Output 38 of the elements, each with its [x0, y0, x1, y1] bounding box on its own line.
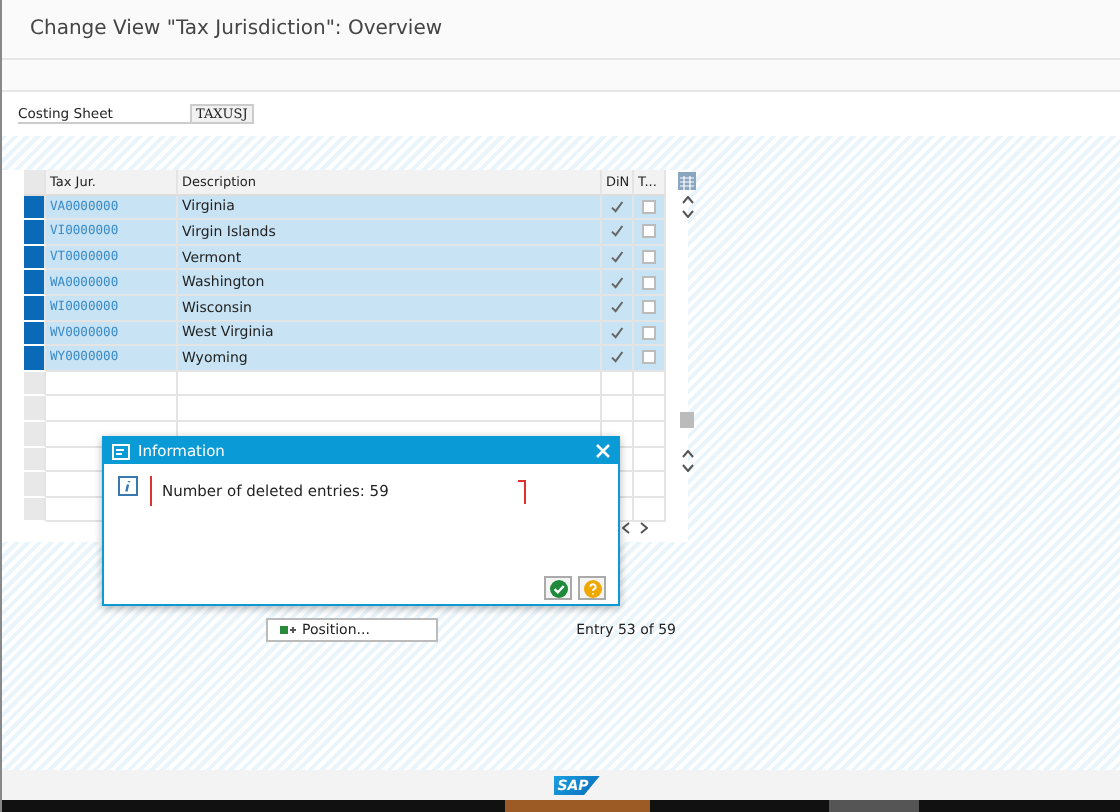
row-selector[interactable] [24, 220, 46, 246]
row-selector[interactable] [24, 245, 46, 271]
info-icon [118, 476, 138, 496]
checkbox[interactable] [642, 325, 656, 340]
checked-checkbox[interactable] [610, 325, 624, 340]
question-icon [583, 579, 601, 597]
row-selector[interactable] [24, 295, 46, 322]
checkbox[interactable] [642, 224, 656, 239]
checked-checkbox[interactable] [610, 199, 624, 214]
scroll-down-icon[interactable] [681, 210, 693, 218]
dialog-icon [112, 443, 130, 459]
checkbox[interactable] [642, 199, 656, 214]
row-selector[interactable] [24, 270, 46, 296]
scroll-right-icon[interactable] [640, 522, 648, 534]
checkbox[interactable] [642, 275, 656, 290]
scroll-up-icon[interactable] [681, 196, 693, 204]
select-all-cell[interactable] [24, 170, 46, 196]
checkbox[interactable] [642, 350, 656, 365]
row-selector[interactable] [24, 346, 46, 372]
close-icon[interactable] [596, 444, 610, 458]
position-icon [280, 624, 296, 637]
checkbox[interactable] [642, 250, 656, 265]
checked-checkbox[interactable] [610, 275, 624, 290]
confirm-button[interactable] [544, 576, 572, 600]
checked-checkbox[interactable] [610, 350, 624, 365]
scrollbar-thumb[interactable] [680, 412, 694, 428]
checkbox[interactable] [642, 300, 656, 315]
scroll-left-icon[interactable] [622, 522, 630, 534]
row-selector[interactable] [24, 321, 46, 347]
scroll-down-icon[interactable] [681, 464, 693, 472]
checked-checkbox[interactable] [610, 300, 624, 315]
window-title: Change View "Tax Jurisdiction": Overview [30, 18, 443, 40]
focus-bracket [518, 480, 526, 504]
checked-checkbox[interactable] [610, 250, 624, 265]
scroll-up-icon[interactable] [681, 450, 693, 458]
row-selector[interactable] [24, 195, 46, 221]
check-icon [549, 579, 567, 597]
checked-checkbox[interactable] [610, 224, 624, 239]
